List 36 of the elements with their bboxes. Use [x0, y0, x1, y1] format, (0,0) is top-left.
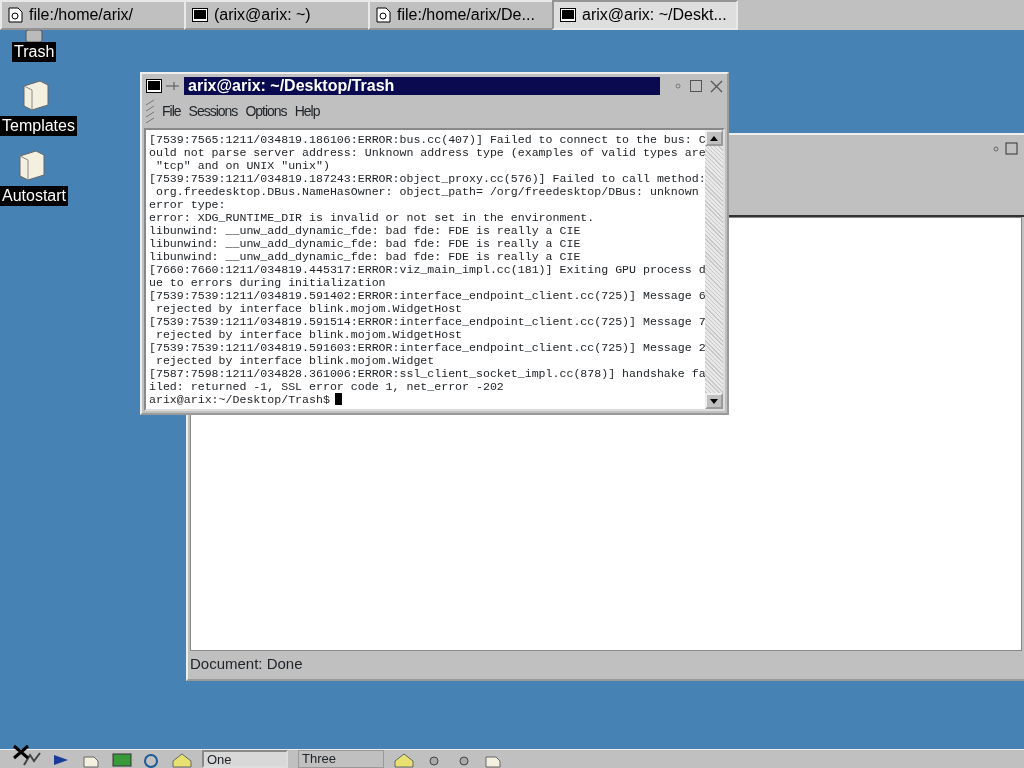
menu-item[interactable]: Options	[245, 100, 287, 122]
scroll-down-button[interactable]	[705, 393, 723, 409]
icon-label[interactable]: Autostart	[0, 186, 69, 206]
task-button[interactable]: Three	[298, 750, 384, 768]
menu-item[interactable]: Help	[294, 100, 320, 122]
menu-item[interactable]: File	[162, 100, 181, 122]
terminal-icon	[192, 8, 208, 22]
up-arrow-icon	[710, 135, 718, 141]
close-icon[interactable]	[12, 744, 30, 760]
down-arrow-icon	[710, 398, 718, 404]
scroll-up-button[interactable]	[705, 130, 723, 146]
maximize-icon[interactable]	[690, 80, 702, 92]
grip-icon[interactable]	[146, 99, 154, 123]
document-icon	[8, 7, 23, 23]
launcher-icon	[112, 750, 132, 768]
scrollbar[interactable]	[705, 130, 723, 409]
folder-icon	[21, 80, 52, 112]
text-cursor	[334, 393, 342, 405]
taskbar-button[interactable]: file:/home/arix/	[0, 0, 186, 30]
taskbar-button[interactable]: file:/home/arix/De...	[368, 0, 554, 30]
terminal-icon	[146, 79, 162, 93]
terminal-icon	[560, 8, 576, 22]
icon-label[interactable]: Templates	[0, 116, 77, 136]
terminal-output: [7539:7565:1211/034819.186106:ERROR:bus.cc(407)] Failed to connect to the bus: C ould not parse server address: Unknown address type (examples of valid types are "tcp" and on UNIX "unix") [7539:7539:1211/034819.187243:ERROR:object_proxy.cc(576)] Failed to call method: org.freedesktop.DBus.NameHasOwner: object_path= /org/freedesktop/DBus: unknown error type: error: XDG_RUNTIME_DIR is invalid or not set in the environment. libunwind: __unw_add_dynamic_fde: bad fde: FDE is really a CIE libunwind: __unw_add_dynamic_fde: bad fde: FDE is really a CIE libunwind: __unw_add_dynamic_fde: bad fde: FDE is really a CIE [7660:7660:1211/034819.445317:ERROR:viz_main_impl.cc(181)] Exiting GPU process d ue to errors during initialization [7539:7539:1211/034819.591402:ERROR:interface_endpoint_client.cc(725)] Message 6 rejected by interface blink.mojom.WidgetHost [7539:7539:1211/034819.591514:ERROR:interface_endpoint_client.cc(725)] Message 7 rejected by interface blink.mojom.WidgetHost [7539:7539:1211/034819.591603:ERROR:interface_endpoint_client.cc(725)] Message 2 rejected by interface blink.mojom.Widget [7587:7598:1211/034828.361006:ERROR:ssl_client_socket_impl.cc(878)] handshake fa iled: returned -1, SSL error code 1, net_error -202 arix@arix:~/Desktop/Trash$	[148, 132, 705, 408]
window-title: arix@arix: ~/Desktop/Trash	[184, 77, 660, 95]
launcher-icon	[22, 750, 42, 768]
window-controls-icon[interactable]	[992, 141, 1020, 155]
document-icon	[376, 7, 391, 23]
taskbar-button[interactable]: (arix@arix: ~)	[184, 0, 370, 30]
taskbar-button[interactable]: arix@arix: ~/Deskt...	[552, 0, 738, 30]
status-text: Document: Done	[189, 653, 304, 674]
menu-item[interactable]: Sessions	[188, 100, 238, 122]
task-button[interactable]: One	[202, 750, 288, 768]
pin-icon[interactable]	[166, 81, 180, 91]
folder-icon	[17, 150, 47, 182]
icon-label[interactable]: Trash	[12, 42, 57, 62]
